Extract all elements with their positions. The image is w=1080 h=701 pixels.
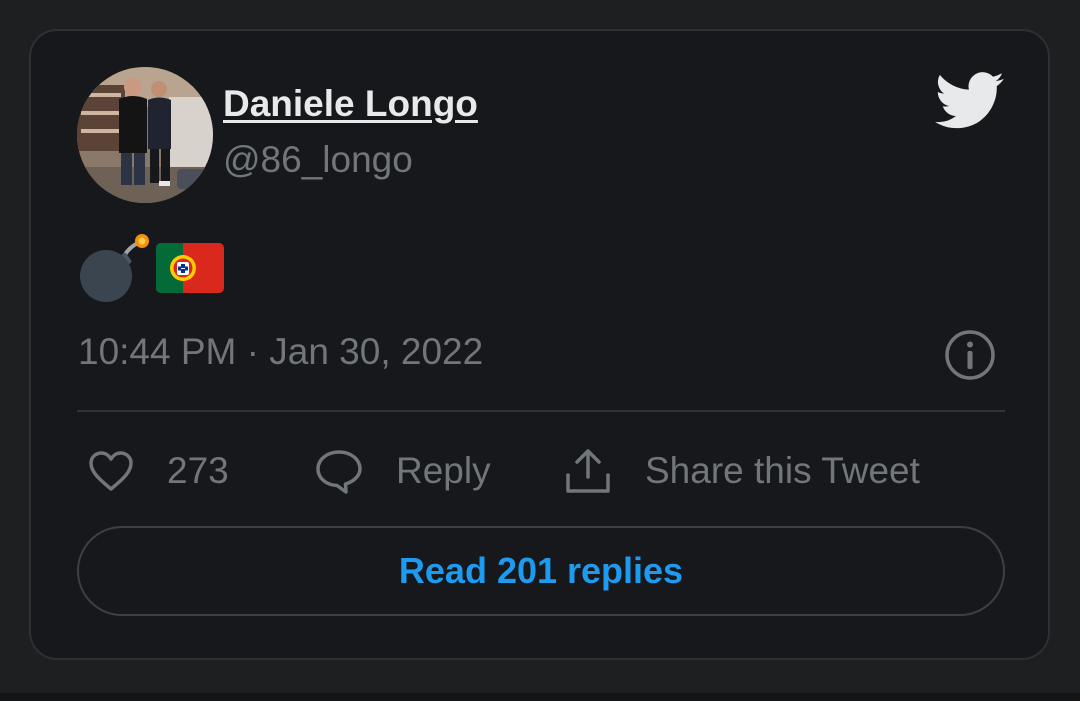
avatar[interactable] [77, 67, 213, 203]
author-handle[interactable]: @86_longo [223, 139, 413, 181]
share-label: Share this Tweet [645, 450, 920, 491]
tweet-text [78, 233, 238, 305]
like-button[interactable]: 273 [87, 443, 229, 499]
read-replies-button[interactable]: Read 201 replies [77, 526, 1005, 616]
like-count: 273 [167, 450, 229, 491]
twitter-bird-icon[interactable] [935, 71, 1005, 131]
info-icon[interactable] [944, 329, 996, 381]
divider [77, 410, 1005, 412]
share-upload-icon [566, 449, 610, 493]
speech-bubble-icon [316, 450, 362, 494]
bomb-emoji [80, 234, 149, 302]
bottom-edge [0, 693, 1080, 701]
reply-button[interactable]: Reply [314, 443, 491, 499]
portugal-flag-emoji [156, 243, 224, 293]
heart-icon [89, 451, 133, 491]
tweet-timestamp[interactable]: 10:44 PM · Jan 30, 2022 [78, 331, 483, 373]
share-button[interactable]: Share this Tweet [564, 443, 920, 499]
tweet-card: Daniele Longo @86_longo 10:44 PM · Jan 3… [29, 29, 1050, 660]
reply-label: Reply [396, 450, 491, 491]
author-display-name[interactable]: Daniele Longo [223, 83, 478, 125]
